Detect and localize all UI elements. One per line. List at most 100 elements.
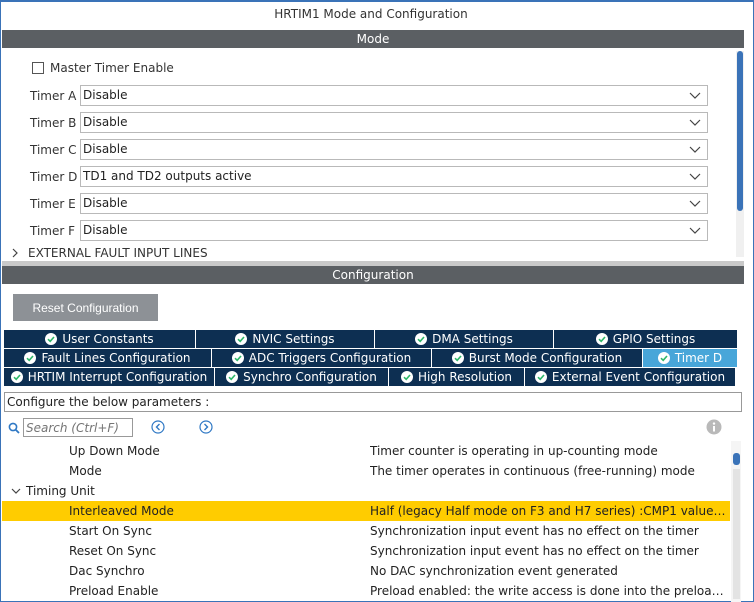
group-row-timing-unit[interactable]: Timing Unit xyxy=(2,481,730,501)
table-scrollbar-thumb[interactable] xyxy=(733,453,740,465)
table-row[interactable]: Reset On Sync Synchronization input even… xyxy=(2,541,730,561)
param-name: Mode xyxy=(69,464,102,478)
chevron-down-icon[interactable] xyxy=(689,143,701,155)
check-circle-icon xyxy=(534,371,547,383)
tab-label: Synchro Configuration xyxy=(243,370,377,384)
timer-c-value: Disable xyxy=(83,142,128,156)
master-timer-enable-label: Master Timer Enable xyxy=(50,61,174,75)
timer-e-value: Disable xyxy=(83,196,128,210)
search-input[interactable] xyxy=(23,418,133,437)
table-row[interactable]: Preload Enable Preload enabled: the writ… xyxy=(2,581,730,601)
master-timer-enable-checkbox[interactable] xyxy=(32,62,44,74)
param-value: Synchronization input event has no effec… xyxy=(370,544,699,558)
tab-label: Fault Lines Configuration xyxy=(41,351,191,365)
tab-synchro-configuration[interactable]: Synchro Configuration xyxy=(215,368,388,386)
table-row-selected[interactable]: Interleaved Mode Half (legacy Half mode … xyxy=(2,501,730,521)
timer-a-select[interactable]: Disable xyxy=(80,85,708,106)
check-circle-icon xyxy=(10,371,23,383)
param-value: Synchronization input event has no effec… xyxy=(370,524,699,538)
tab-burst-mode-configuration[interactable]: Burst Mode Configuration xyxy=(432,349,642,367)
timer-c-row: Timer C Disable xyxy=(30,139,708,160)
tab-high-resolution[interactable]: High Resolution xyxy=(389,368,524,386)
chevron-down-icon[interactable] xyxy=(689,116,701,128)
table-scrollbar[interactable] xyxy=(731,441,741,602)
configuration-section-header: Configuration xyxy=(2,266,744,284)
tab-label: ADC Triggers Configuration xyxy=(248,351,412,365)
timer-f-value: Disable xyxy=(83,223,128,237)
table-row[interactable]: Mode The timer operates in continuous (f… xyxy=(2,461,730,481)
arrow-right-circle-icon[interactable] xyxy=(199,420,213,434)
chevron-down-icon[interactable] xyxy=(10,485,22,497)
tab-label: High Resolution xyxy=(417,370,513,384)
chevron-down-icon[interactable] xyxy=(689,197,701,209)
tab-user-constants[interactable]: User Constants xyxy=(4,330,195,348)
timer-c-select[interactable]: Disable xyxy=(80,139,708,160)
group-name: Timing Unit xyxy=(26,484,95,498)
mode-section-header: Mode xyxy=(2,30,744,48)
tab-label: External Event Configuration xyxy=(551,370,726,384)
tab-label: Timer D xyxy=(674,351,723,365)
check-circle-icon xyxy=(226,371,239,383)
check-circle-icon xyxy=(415,333,428,345)
timer-a-value: Disable xyxy=(83,88,128,102)
check-circle-icon xyxy=(400,371,413,383)
tab-fault-lines-configuration[interactable]: Fault Lines Configuration xyxy=(4,349,211,367)
timer-a-row: Timer A Disable xyxy=(30,85,708,106)
table-row[interactable]: Dac Synchro No DAC synchronization event… xyxy=(2,561,730,581)
params-label: Configure the below parameters : xyxy=(4,392,742,412)
tab-row-3: HRTIM Interrupt Configuration Synchro Co… xyxy=(4,368,738,387)
tab-hrtim-interrupt-configuration[interactable]: HRTIM Interrupt Configuration xyxy=(4,368,214,386)
timer-b-value: Disable xyxy=(83,115,128,129)
chevron-down-icon[interactable] xyxy=(689,89,701,101)
config-tabs: User Constants NVIC Settings DMA Setting… xyxy=(4,330,738,387)
param-name: Reset On Sync xyxy=(69,544,157,558)
timer-b-select[interactable]: Disable xyxy=(80,112,708,133)
timer-f-label: Timer F xyxy=(30,223,76,238)
timer-d-value: TD1 and TD2 outputs active xyxy=(83,169,252,183)
tab-external-event-configuration[interactable]: External Event Configuration xyxy=(525,368,735,386)
search-box xyxy=(8,418,133,437)
arrow-left-circle-icon[interactable] xyxy=(151,420,165,434)
info-icon[interactable] xyxy=(706,419,722,435)
check-circle-icon xyxy=(235,333,248,345)
chevron-right-icon[interactable] xyxy=(10,248,20,258)
external-fault-input-lines[interactable]: EXTERNAL FAULT INPUT LINES xyxy=(10,246,208,259)
tab-label: User Constants xyxy=(62,332,154,346)
check-circle-icon xyxy=(451,352,464,364)
external-fault-label: EXTERNAL FAULT INPUT LINES xyxy=(28,246,208,259)
timer-f-row: Timer F Disable xyxy=(30,220,708,241)
table-row[interactable]: Start On Sync Synchronization input even… xyxy=(2,521,730,541)
timer-f-select[interactable]: Disable xyxy=(80,220,708,241)
mode-panel: Master Timer Enable Timer A Disable Time… xyxy=(2,49,744,259)
timer-e-row: Timer E Disable xyxy=(30,193,708,214)
tab-timer-d[interactable]: Timer D xyxy=(643,349,737,367)
tab-nvic-settings[interactable]: NVIC Settings xyxy=(196,330,374,348)
chevron-down-icon[interactable] xyxy=(689,224,701,236)
param-value: Preload enabled: the write access is don… xyxy=(370,584,728,598)
table-scrollbar-track[interactable] xyxy=(733,469,740,599)
timer-c-label: Timer C xyxy=(30,142,77,157)
tab-label: Burst Mode Configuration xyxy=(468,351,623,365)
timer-b-row: Timer B Disable xyxy=(30,112,708,133)
tab-dma-settings[interactable]: DMA Settings xyxy=(375,330,553,348)
check-circle-icon xyxy=(231,352,244,364)
tab-row-2: Fault Lines Configuration ADC Triggers C… xyxy=(4,349,738,368)
timer-d-select[interactable]: TD1 and TD2 outputs active xyxy=(80,166,708,187)
param-name: Start On Sync xyxy=(69,524,152,538)
chevron-down-icon[interactable] xyxy=(689,170,701,182)
timer-d-row: Timer D TD1 and TD2 outputs active xyxy=(30,166,708,187)
tab-adc-triggers-configuration[interactable]: ADC Triggers Configuration xyxy=(212,349,431,367)
mode-scrollbar[interactable] xyxy=(736,51,744,257)
master-timer-enable[interactable]: Master Timer Enable xyxy=(32,61,174,75)
mode-scrollbar-thumb[interactable] xyxy=(737,51,743,211)
tab-gpio-settings[interactable]: GPIO Settings xyxy=(554,330,737,348)
search-icon xyxy=(8,422,20,434)
table-row[interactable]: Up Down Mode Timer counter is operating … xyxy=(2,441,730,461)
timer-d-label: Timer D xyxy=(30,169,78,184)
timer-e-select[interactable]: Disable xyxy=(80,193,708,214)
timer-e-label: Timer E xyxy=(30,196,76,211)
reset-configuration-button[interactable]: Reset Configuration xyxy=(13,294,158,321)
tab-row-1: User Constants NVIC Settings DMA Setting… xyxy=(4,330,738,349)
tab-label: HRTIM Interrupt Configuration xyxy=(27,370,208,384)
tab-label: DMA Settings xyxy=(432,332,513,346)
